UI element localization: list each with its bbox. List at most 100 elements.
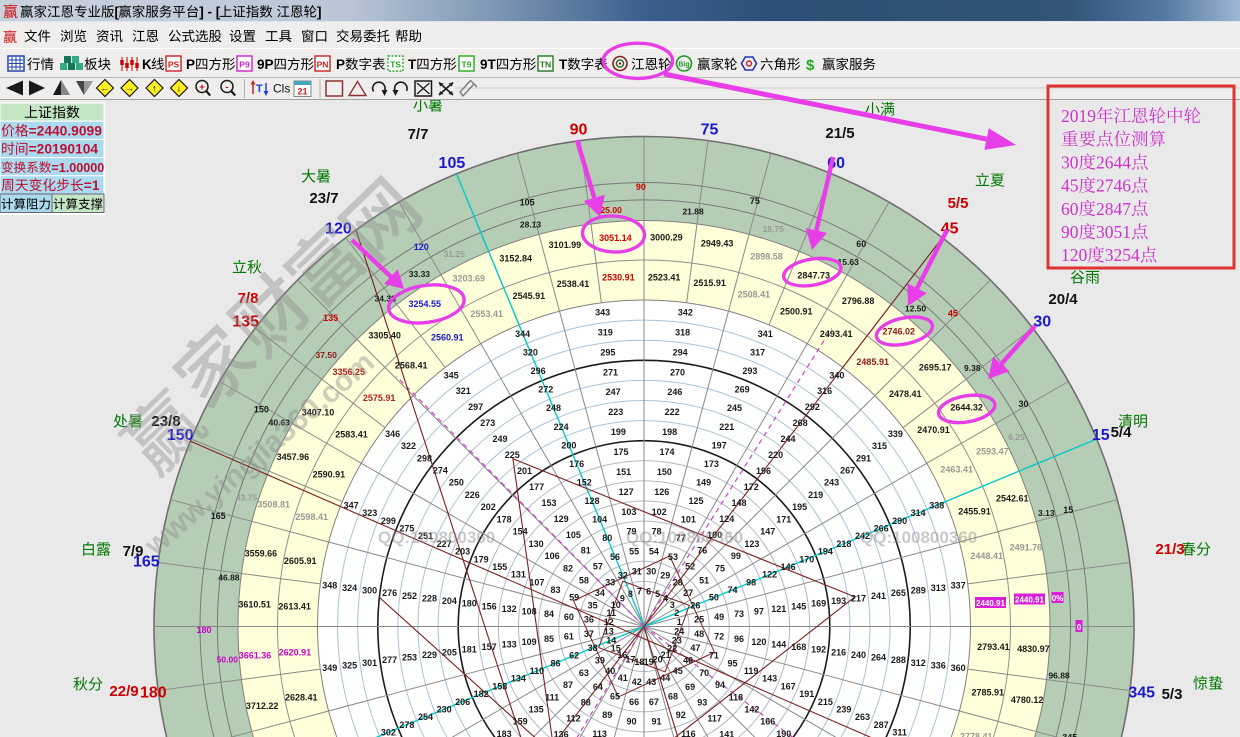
svg-text:29: 29: [660, 570, 670, 580]
svg-text:191: 191: [799, 689, 814, 699]
svg-text:Big: Big: [678, 62, 689, 69]
svg-text:=1.00000: =1.00000: [51, 161, 104, 175]
svg-text:44: 44: [660, 673, 670, 683]
svg-text:124: 124: [719, 514, 734, 524]
svg-text:PS: PS: [168, 60, 180, 70]
svg-text:135: 135: [529, 705, 544, 715]
svg-text:156: 156: [482, 601, 497, 611]
svg-text:296: 296: [531, 366, 546, 376]
svg-text:249: 249: [492, 434, 507, 444]
svg-text:85: 85: [544, 634, 554, 644]
svg-text:P: P: [186, 57, 195, 72]
svg-text:319: 319: [598, 327, 613, 337]
svg-text:349: 349: [322, 663, 337, 673]
svg-text:28.13: 28.13: [520, 219, 542, 229]
svg-text:3203.69: 3203.69: [453, 273, 486, 283]
svg-text:2796.88: 2796.88: [842, 296, 875, 306]
svg-text:3254.55: 3254.55: [409, 299, 442, 309]
svg-text:99: 99: [731, 551, 741, 561]
svg-text:9.38: 9.38: [964, 363, 981, 373]
svg-text:P: P: [336, 57, 345, 72]
svg-text:198: 198: [662, 427, 677, 437]
svg-text:30: 30: [1018, 399, 1028, 409]
svg-text:90: 90: [636, 182, 646, 192]
svg-text:87: 87: [563, 680, 573, 690]
svg-text:2949.43: 2949.43: [701, 239, 734, 249]
svg-text:222: 222: [665, 407, 680, 417]
svg-text:2538.41: 2538.41: [557, 279, 590, 289]
svg-text:+: +: [199, 82, 205, 93]
svg-text:229: 229: [422, 650, 437, 660]
svg-text:360: 360: [951, 663, 966, 673]
svg-text:134: 134: [511, 674, 526, 684]
svg-text:9P: 9P: [257, 57, 274, 72]
svg-text:2847.73: 2847.73: [797, 271, 830, 281]
svg-text:2605.91: 2605.91: [284, 556, 317, 566]
svg-text:272: 272: [538, 385, 553, 395]
svg-text:250: 250: [449, 478, 464, 488]
svg-text:33.33: 33.33: [409, 269, 431, 279]
svg-text:2530.91: 2530.91: [602, 273, 635, 283]
svg-text:90: 90: [570, 121, 588, 138]
svg-text:294: 294: [673, 347, 688, 357]
svg-text:302: 302: [381, 728, 396, 737]
svg-text:2523.41: 2523.41: [648, 272, 681, 282]
svg-text:178: 178: [497, 514, 512, 524]
svg-text:2746.02: 2746.02: [883, 327, 916, 337]
svg-text:2448.41: 2448.41: [970, 551, 1003, 561]
svg-text:T: T: [559, 57, 568, 72]
svg-text:50: 50: [709, 593, 719, 603]
svg-text:21/3: 21/3: [1155, 541, 1184, 558]
svg-text:151: 151: [616, 467, 631, 477]
svg-text:37.50: 37.50: [316, 350, 338, 360]
svg-text:150: 150: [657, 467, 672, 477]
svg-text:297: 297: [468, 402, 483, 412]
svg-text:2553.41: 2553.41: [470, 309, 503, 319]
svg-text:2485.91: 2485.91: [856, 357, 889, 367]
svg-text:244: 244: [780, 434, 795, 444]
svg-text:135: 135: [323, 313, 338, 323]
svg-text:67: 67: [649, 697, 659, 707]
svg-text:5: 5: [655, 589, 660, 599]
svg-text:113: 113: [592, 729, 607, 737]
svg-text:59: 59: [569, 593, 579, 603]
svg-text:342: 342: [678, 308, 693, 318]
svg-text:97: 97: [754, 607, 764, 617]
svg-text:98: 98: [746, 577, 756, 587]
svg-text:8: 8: [628, 589, 633, 599]
svg-text:T: T: [256, 83, 263, 95]
svg-text:240: 240: [851, 650, 866, 660]
svg-text:314: 314: [911, 508, 926, 518]
svg-text:219: 219: [808, 490, 823, 500]
svg-text:2778.41: 2778.41: [960, 732, 993, 737]
svg-text:344: 344: [515, 329, 530, 339]
svg-text:278: 278: [399, 720, 414, 730]
svg-text:54: 54: [649, 547, 659, 557]
svg-text:323: 323: [362, 508, 377, 518]
svg-text:73: 73: [734, 609, 744, 619]
svg-text:144: 144: [771, 640, 786, 650]
svg-text:34: 34: [595, 588, 605, 598]
svg-text:71: 71: [709, 651, 719, 661]
svg-text:153: 153: [541, 498, 556, 508]
svg-text:3.13: 3.13: [1038, 508, 1055, 518]
svg-text:75: 75: [701, 121, 719, 138]
svg-text:128: 128: [584, 496, 599, 506]
svg-text:64: 64: [593, 682, 603, 692]
svg-text:5/3: 5/3: [1162, 686, 1183, 703]
svg-text:159: 159: [513, 717, 528, 727]
svg-text:157: 157: [482, 642, 497, 652]
svg-text:-: -: [225, 82, 228, 93]
svg-text:141: 141: [719, 730, 734, 737]
svg-text:295: 295: [600, 347, 615, 357]
svg-text:148: 148: [731, 498, 746, 508]
svg-text:46.88: 46.88: [218, 572, 240, 582]
svg-text:T: T: [408, 57, 417, 72]
svg-text:218: 218: [836, 539, 851, 549]
svg-text:102: 102: [652, 507, 667, 517]
svg-text:248: 248: [546, 403, 561, 413]
svg-text:2644: 2644: [1096, 152, 1131, 172]
svg-text:292: 292: [805, 402, 820, 412]
svg-text:169: 169: [811, 599, 826, 609]
svg-text:3101.99: 3101.99: [549, 240, 582, 250]
